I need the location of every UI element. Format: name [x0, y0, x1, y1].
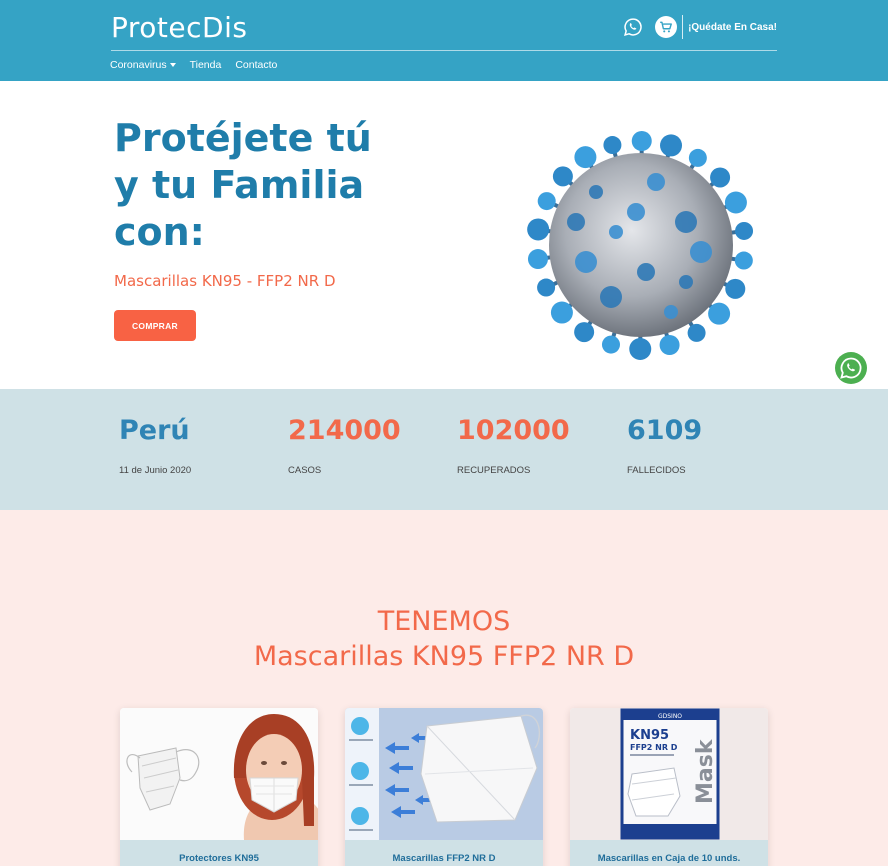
product-card-kn95[interactable]: Protectores KN95 [120, 708, 318, 866]
box-model: KN95 [630, 728, 669, 743]
product-caption[interactable]: Mascarillas FFP2 NR D [345, 840, 543, 866]
stat-label: FALLECIDOS [627, 465, 686, 476]
box-brand: GDSINO [658, 713, 682, 720]
product-caption[interactable]: Mascarillas en Caja de 10 unds. [570, 840, 768, 866]
nav-item-label: Coronavirus [110, 59, 167, 71]
stay-home-link[interactable]: ¡Quédate En Casa! [688, 22, 777, 33]
main-nav: Coronavirus Tienda Contacto [110, 59, 277, 71]
product-image: GDSINO KN95 FFP2 NR D Mask [570, 708, 768, 840]
hero-title-line: con: [114, 210, 205, 254]
stat-value: 214000 [288, 415, 401, 446]
stats-section: Perú 11 de Junio 2020 214000 CASOS 10200… [0, 389, 888, 510]
nav-item-label: Contacto [235, 59, 278, 71]
stat-country-name: Perú [119, 415, 190, 446]
buy-button[interactable]: COMPRAR [114, 310, 196, 341]
stat-label: RECUPERADOS [457, 465, 531, 476]
products-title-line: Mascarillas KN95 FFP2 NR D [253, 641, 635, 672]
nav-item-coronavirus[interactable]: Coronavirus [110, 59, 176, 71]
coronavirus-image [527, 131, 754, 360]
products-section: TENEMOS Mascarillas KN95 FFP2 NR D Prote… [0, 510, 888, 866]
hero-subtitle: Mascarillas KN95 - FFP2 NR D [114, 272, 336, 290]
cart-icon [660, 21, 673, 33]
stat-value: 6109 [627, 415, 703, 446]
product-image [345, 708, 543, 840]
nav-item-label: Tienda [189, 59, 222, 71]
chevron-down-icon [169, 63, 176, 67]
hero-title: Protéjete tú y tu Familia con: [114, 115, 434, 256]
product-image [120, 708, 318, 840]
header-actions: ¡Quédate En Casa! [623, 15, 777, 39]
whatsapp-float-button[interactable] [834, 351, 868, 385]
cart-button[interactable] [655, 16, 678, 38]
nav-item-contacto[interactable]: Contacto [235, 59, 277, 71]
products-title-line: TENEMOS [377, 606, 511, 637]
hero-title-line: Protéjete tú [114, 116, 372, 160]
whatsapp-icon[interactable] [623, 17, 643, 37]
box-type: FFP2 NR D [630, 743, 678, 752]
stat-label: CASOS [288, 465, 322, 476]
product-caption[interactable]: Protectores KN95 [120, 840, 318, 866]
header-rule [111, 50, 777, 51]
brand-logo[interactable]: ProtecDis [111, 11, 247, 44]
product-card-box[interactable]: GDSINO KN95 FFP2 NR D Mask Mascarillas e… [570, 708, 768, 866]
stat-date: 11 de Junio 2020 [119, 465, 192, 476]
site-header: ProtecDis ¡Quédate En Casa! Coronavirus … [0, 0, 888, 81]
box-word: Mask [693, 738, 718, 804]
product-card-ffp2[interactable]: Mascarillas FFP2 NR D [345, 708, 543, 866]
products-title: TENEMOS Mascarillas KN95 FFP2 NR D [0, 604, 888, 674]
nav-item-tienda[interactable]: Tienda [190, 59, 222, 71]
hero-title-line: y tu Familia [114, 163, 365, 207]
stat-value: 102000 [457, 415, 570, 446]
header-divider [682, 15, 684, 39]
